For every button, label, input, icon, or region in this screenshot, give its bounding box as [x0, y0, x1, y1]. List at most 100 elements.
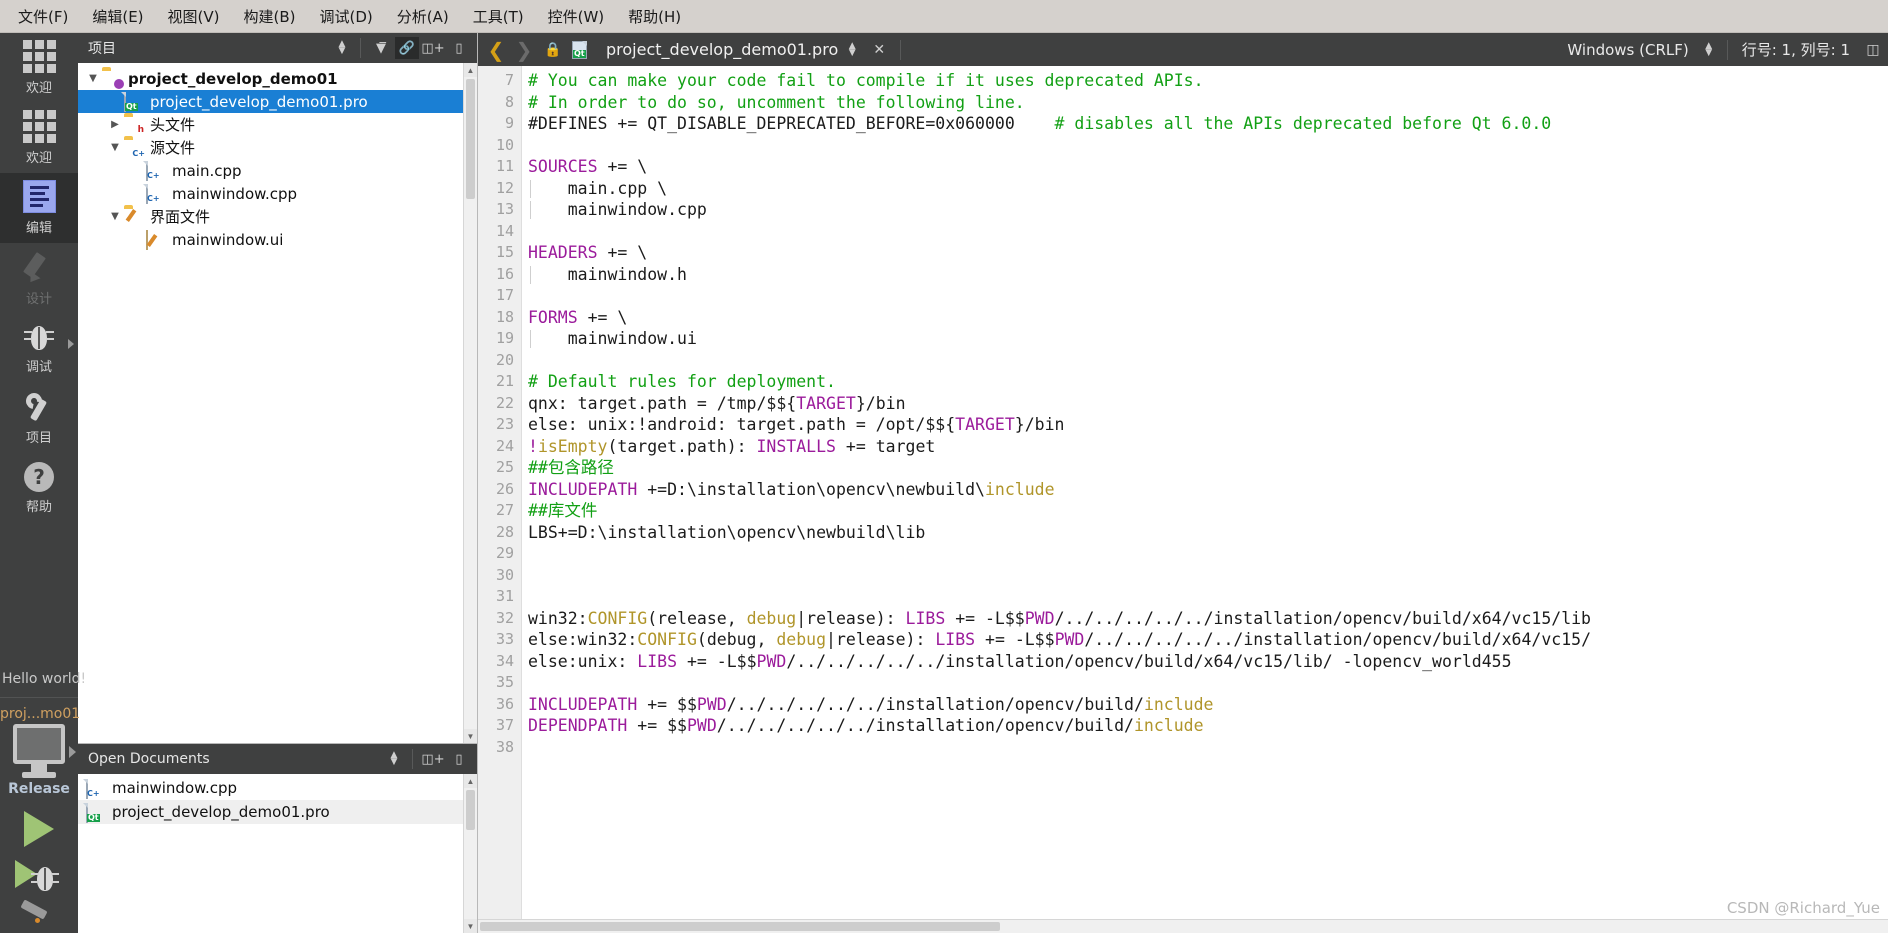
lock-icon[interactable]: 🔒	[539, 37, 567, 63]
tree-item[interactable]: C+ 源文件	[78, 136, 477, 159]
mode-button-3[interactable]: 编辑	[0, 173, 78, 243]
code-editor[interactable]: 7 8 9 10 11 12 13 14 15 16 17 18 19 20 21 22 23 24 25 26 27 2…	[478, 66, 1888, 919]
tree-item[interactable]: Qt project_develop_demo01.pro	[78, 90, 477, 113]
scroll-up-icon[interactable]: ▲	[464, 63, 477, 77]
kit-project-label: proj...mo01	[0, 706, 81, 722]
open-document-item[interactable]: Qt project_develop_demo01.pro	[78, 800, 477, 824]
split-icon[interactable]: ◫+	[421, 37, 445, 59]
menu-file[interactable]: 文件(F)	[6, 3, 80, 30]
line-number: 34	[495, 651, 514, 670]
help-icon: ?	[24, 461, 54, 492]
open-document-label: project_develop_demo01.pro	[112, 803, 330, 821]
filter-icon[interactable]: ▼̅	[369, 37, 393, 59]
menu-build[interactable]: 构建(B)	[232, 3, 308, 30]
mode-button-5[interactable]: 调试	[0, 313, 78, 383]
open-documents-list[interactable]: C+ mainwindow.cpp Qt project_develop_demo01…	[78, 774, 477, 933]
editor-column: ❮ ❯ 🔒 Qt project_develop_demo01.pro ▲ ▼ ✕…	[478, 33, 1888, 933]
code-token: += -L$$	[945, 608, 1025, 628]
line-number: 21	[495, 372, 514, 390]
start-debugging-button[interactable]	[13, 857, 65, 891]
scroll-down-icon[interactable]: ▼	[464, 919, 477, 933]
tree-item-label: project_develop_demo01	[128, 69, 338, 88]
go-forward-icon[interactable]: ❯	[510, 38, 538, 62]
split-editor-icon[interactable]: ◫	[1859, 37, 1887, 63]
eol-dropdown-icon[interactable]: ▲ ▼	[1697, 39, 1721, 61]
scroll-thumb[interactable]	[480, 922, 1000, 931]
code-token: }/bin	[1014, 415, 1065, 434]
menu-view[interactable]: 视图(V)	[156, 3, 232, 30]
code-token: TARGET	[796, 393, 856, 413]
scroll-down-icon[interactable]: ▼	[464, 729, 477, 743]
grid-icon	[22, 40, 56, 73]
close-file-icon[interactable]: ✕	[865, 37, 893, 63]
tree-item[interactable]: C+ main.cpp	[78, 159, 477, 182]
qt-pro-file-icon: Qt	[86, 802, 106, 823]
run-button-icon[interactable]	[24, 811, 54, 847]
menu-analyze[interactable]: 分析(A)	[385, 3, 461, 30]
editor-horizontal-scrollbar[interactable]	[478, 919, 1888, 933]
tree-item-label: project_develop_demo01.pro	[150, 92, 368, 111]
menu-tools[interactable]: 工具(T)	[461, 3, 536, 30]
tree-item[interactable]: mainwindow.ui	[78, 228, 477, 251]
open-documents-dropdown[interactable]: ▲ ▼	[382, 748, 406, 770]
twisty-open-icon[interactable]	[84, 73, 102, 84]
open-document-item[interactable]: C+ mainwindow.cpp	[78, 776, 477, 800]
go-back-icon[interactable]: ❮	[482, 38, 510, 62]
scroll-thumb[interactable]	[466, 79, 475, 199]
line-number: 14	[495, 221, 514, 240]
mode-label: 欢迎	[25, 81, 52, 96]
indent-guide	[530, 330, 531, 348]
indent-guide	[530, 265, 531, 284]
link-with-editor-icon[interactable]: 🔗	[395, 37, 419, 59]
mode-label: 欢迎	[25, 151, 52, 166]
scroll-thumb[interactable]	[466, 790, 475, 830]
scroll-up-icon[interactable]: ▲	[464, 774, 477, 788]
menu-debug[interactable]: 调试(D)	[308, 3, 385, 30]
mode-button-1[interactable]: 欢迎	[0, 33, 78, 103]
project-tree-scrollbar[interactable]: ▲ ▼	[463, 63, 477, 743]
menu-widgets[interactable]: 控件(W)	[536, 3, 617, 30]
file-dropdown-icon[interactable]: ▲ ▼	[840, 39, 864, 61]
close-panel-icon[interactable]: ▯	[447, 37, 471, 59]
twisty-open-icon[interactable]	[106, 211, 124, 222]
code-token: !	[528, 436, 538, 456]
code-token: LIBS	[637, 651, 678, 671]
close-panel-icon[interactable]: ▯	[447, 748, 471, 770]
kit-selector-area[interactable]: Hello world! proj...mo01 Release	[0, 663, 86, 933]
code-text-area[interactable]: # You can make your code fail to compile…	[522, 66, 1888, 919]
menu-edit[interactable]: 编辑(E)	[80, 3, 155, 30]
code-token: TARGET	[955, 415, 1015, 434]
split-icon[interactable]: ◫+	[421, 748, 445, 770]
tree-item[interactable]: C+ mainwindow.cpp	[78, 182, 477, 205]
open-documents-scrollbar[interactable]: ▲ ▼	[463, 774, 477, 933]
tree-item[interactable]: h 头文件	[78, 113, 477, 136]
code-line: # Default rules for deployment.	[522, 371, 1888, 393]
kit-build-config-button[interactable]: Release	[0, 724, 78, 803]
line-ending-selector[interactable]: Windows (CRLF)	[1567, 41, 1694, 59]
mode-label: 编辑	[25, 221, 52, 236]
mode-button-6[interactable]: 项目	[0, 383, 78, 453]
tree-item[interactable]: project_develop_demo01	[78, 67, 477, 90]
code-line: win32:CONFIG(release, debug|release): LI…	[522, 608, 1888, 630]
twisty-open-icon[interactable]	[106, 142, 124, 153]
current-file-chip[interactable]: Qt project_develop_demo01.pro	[572, 40, 838, 59]
project-tree[interactable]: project_develop_demo01 Qt project_develop_…	[78, 63, 477, 743]
tree-item[interactable]: 界面文件	[78, 205, 477, 228]
project-panel-title: 项目	[88, 41, 116, 57]
chevron-right-icon	[69, 746, 76, 758]
code-token: += $$	[627, 716, 687, 735]
mode-button-2[interactable]: 欢迎	[0, 103, 78, 173]
panel-selector-dropdown[interactable]: ▲ ▼	[330, 37, 354, 59]
cpp-file-icon: C+	[146, 161, 166, 181]
code-line: !isEmpty(target.path): INSTALLS += targe…	[522, 436, 1888, 458]
line-number: 36	[495, 694, 514, 713]
line-number: 22	[495, 393, 514, 412]
mode-button-4: 设计	[0, 243, 78, 313]
build-hammer-icon[interactable]	[19, 899, 59, 927]
twisty-closed-icon[interactable]	[106, 119, 124, 130]
mode-button-7[interactable]: ? 帮助	[0, 453, 78, 523]
code-token: INCLUDEPATH	[528, 479, 638, 499]
menu-help[interactable]: 帮助(H)	[616, 3, 693, 30]
